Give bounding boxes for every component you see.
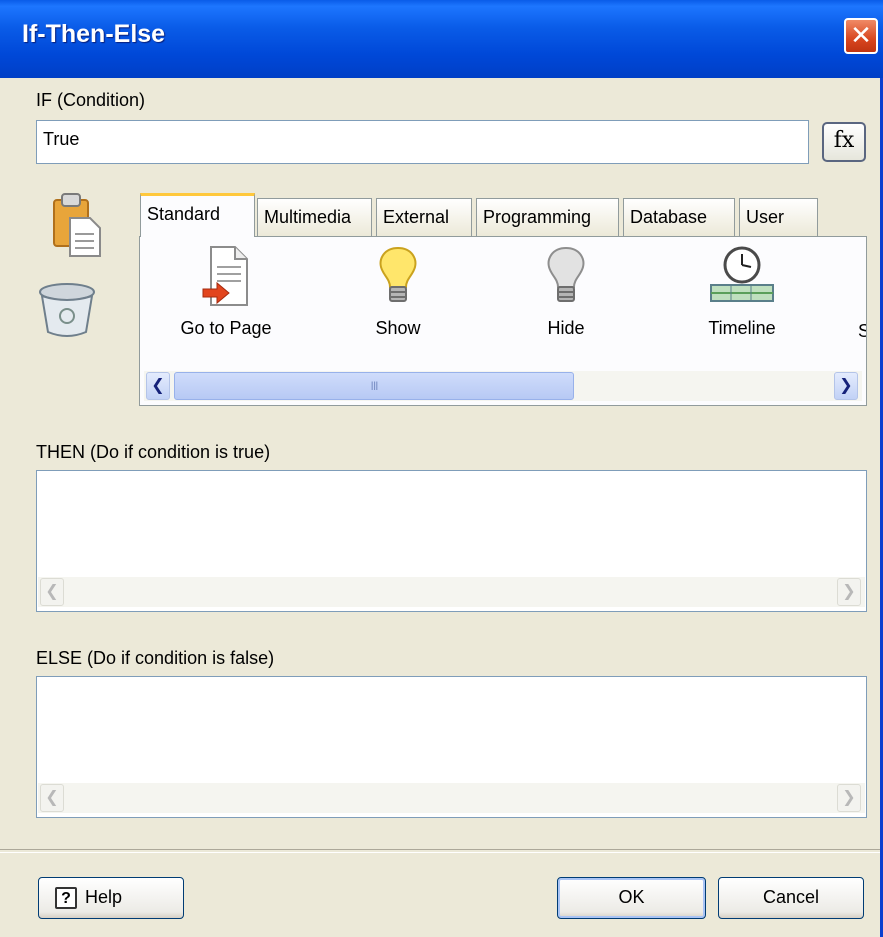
dialog-title: If-Then-Else <box>22 20 166 48</box>
scroll-thumb[interactable]: III <box>174 372 574 400</box>
scroll-right-button[interactable]: ❯ <box>834 372 858 400</box>
chevron-left-icon: ❮ <box>45 583 59 600</box>
chevron-left-icon: ❮ <box>151 377 165 394</box>
tab-database[interactable]: Database <box>623 198 735 236</box>
lightbulb-on-icon <box>379 246 417 302</box>
scroll-left-button[interactable]: ❮ <box>146 372 170 400</box>
close-button[interactable]: ✕ <box>844 18 878 54</box>
scroll-left-button[interactable]: ❮ <box>40 578 64 606</box>
chevron-right-icon: ❯ <box>839 377 853 394</box>
tab-multimedia[interactable]: Multimedia <box>257 198 372 236</box>
lightbulb-off-icon <box>547 246 585 302</box>
action-label: S <box>858 321 866 341</box>
help-icon: ? <box>55 887 77 910</box>
condition-label: IF (Condition) <box>36 90 146 110</box>
title-bar[interactable]: If-Then-Else ✕ <box>0 0 883 78</box>
cancel-button[interactable]: Cancel <box>718 877 864 919</box>
then-label: THEN (Do if condition is true) <box>36 442 271 462</box>
help-button[interactable]: ? Help <box>38 877 184 919</box>
then-actions-list[interactable]: ❮ ❯ <box>36 470 867 612</box>
scroll-left-button[interactable]: ❮ <box>40 784 64 812</box>
scroll-right-button[interactable]: ❯ <box>837 784 861 812</box>
action-go-to-page[interactable]: Go to Page <box>166 245 286 339</box>
then-horizontal-scrollbar[interactable]: ❮ ❯ <box>38 577 865 607</box>
tab-external[interactable]: External <box>376 198 472 236</box>
action-hide[interactable]: Hide <box>506 245 626 339</box>
else-horizontal-scrollbar[interactable]: ❮ ❯ <box>38 783 865 813</box>
help-button-label: Help <box>85 887 123 907</box>
function-builder-button[interactable]: fx <box>822 122 866 162</box>
paste-icon[interactable] <box>50 192 102 263</box>
action-label: Show <box>375 318 421 338</box>
go-to-page-icon <box>202 246 248 306</box>
timeline-icon <box>710 246 774 302</box>
tab-user[interactable]: User <box>739 198 818 236</box>
chevron-right-icon: ❯ <box>842 583 856 600</box>
chevron-left-icon: ❮ <box>45 789 59 806</box>
fx-icon: fx <box>833 128 855 153</box>
action-label: Go to Page <box>180 318 272 338</box>
action-timeline[interactable]: Timeline <box>682 245 802 339</box>
else-actions-list[interactable]: ❮ ❯ <box>36 676 867 818</box>
chevron-right-icon: ❯ <box>842 789 856 806</box>
else-label: ELSE (Do if condition is false) <box>36 648 275 668</box>
scroll-right-button[interactable]: ❯ <box>837 578 861 606</box>
close-icon: ✕ <box>850 20 872 50</box>
condition-input[interactable]: True <box>36 120 809 164</box>
action-partial[interactable]: S <box>858 321 866 342</box>
action-label: Hide <box>547 318 585 338</box>
ok-button[interactable]: OK <box>557 877 706 919</box>
action-label: Timeline <box>708 318 776 338</box>
tab-programming[interactable]: Programming <box>476 198 619 236</box>
actions-horizontal-scrollbar[interactable]: ❮ III ❯ <box>144 371 862 401</box>
if-then-else-dialog: If-Then-Else ✕ IF (Condition) True fx St… <box>0 0 883 937</box>
actions-panel: Go to Page Show Hide Timeline S ❮ III ❯ <box>139 236 867 406</box>
recycle-bin-icon[interactable] <box>38 282 96 343</box>
footer-separator <box>0 849 880 853</box>
tab-standard[interactable]: Standard <box>140 193 255 237</box>
action-show[interactable]: Show <box>338 245 458 339</box>
